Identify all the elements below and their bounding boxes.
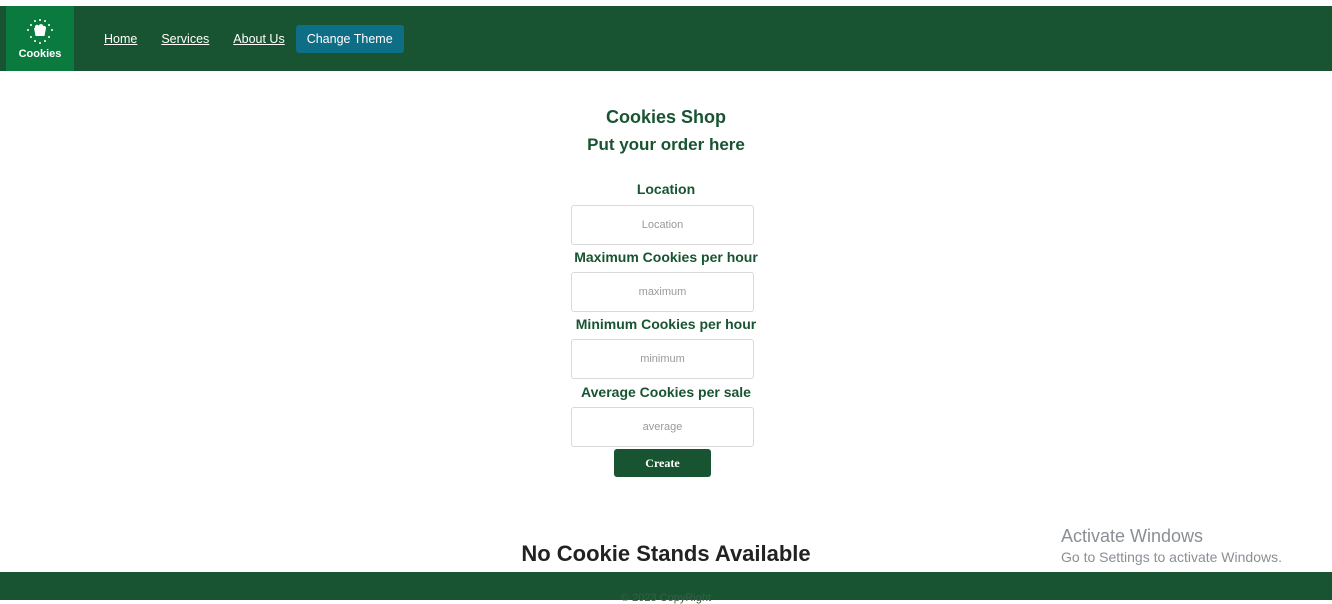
nav-services-link[interactable]: Services: [161, 32, 209, 46]
maximum-label: Maximum Cookies per hour: [574, 249, 758, 265]
page-subtitle: Put your order here: [587, 135, 745, 154]
minimum-input[interactable]: [571, 339, 754, 379]
create-button[interactable]: Create: [614, 449, 711, 477]
cookie-logo-icon: [25, 18, 55, 46]
change-theme-button[interactable]: Change Theme: [295, 24, 404, 53]
average-label: Average Cookies per sale: [581, 384, 751, 400]
location-input[interactable]: [571, 205, 754, 245]
logo-text: Cookies: [18, 47, 62, 60]
empty-state-message: No Cookie Stands Available: [521, 541, 811, 566]
average-input[interactable]: [571, 407, 754, 447]
footer-copyright: © 2023 CopyRight: [620, 592, 712, 604]
footer: © 2023 CopyRight: [0, 572, 1332, 604]
page-title: Cookies Shop: [605, 107, 726, 127]
minimum-label: Minimum Cookies per hour: [575, 316, 757, 332]
maximum-input[interactable]: [571, 272, 754, 312]
logo[interactable]: Cookies: [6, 6, 74, 71]
main-nav: Home Services About Us Change Theme: [104, 6, 404, 71]
nav-about-link[interactable]: About Us: [233, 32, 284, 46]
nav-home-link[interactable]: Home: [104, 32, 137, 46]
navbar: Cookies Home Services About Us Change Th…: [0, 6, 1332, 71]
location-label: Location: [636, 181, 696, 197]
